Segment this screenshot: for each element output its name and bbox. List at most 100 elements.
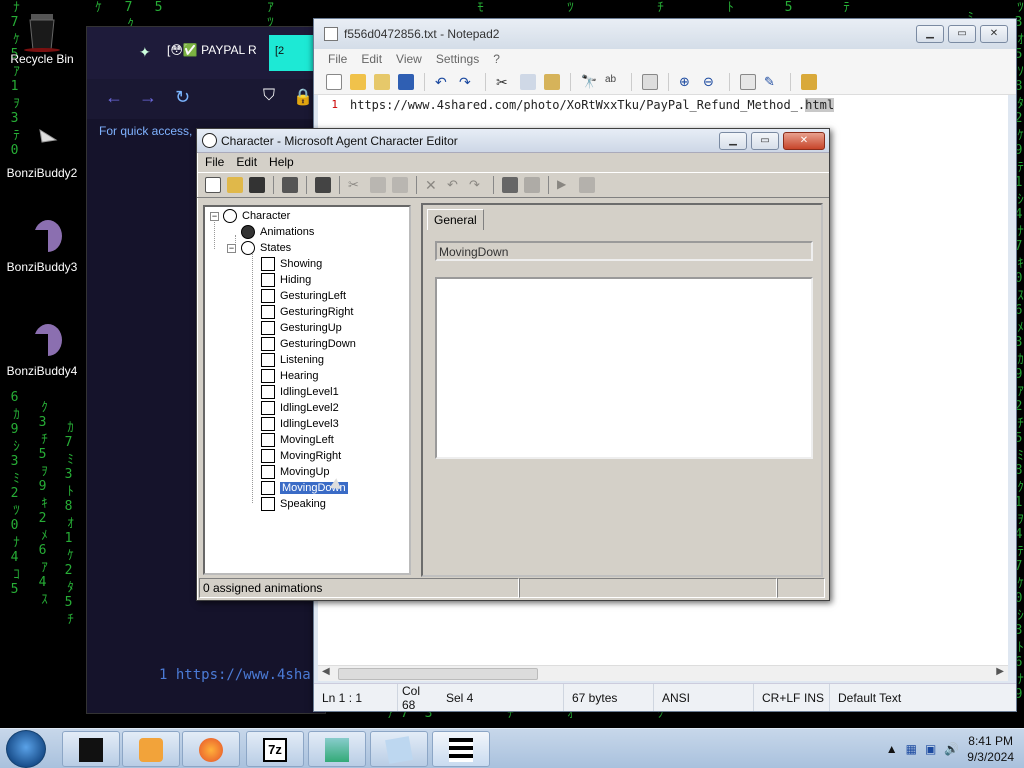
open-icon[interactable] xyxy=(227,177,243,193)
preview-icon[interactable] xyxy=(579,177,595,193)
menu-help[interactable]: ? xyxy=(493,52,500,66)
desktop-icon-bonzibuddy2[interactable]: BonziBuddy2 xyxy=(0,122,84,180)
scroll-left-icon[interactable]: ◀ xyxy=(322,666,330,677)
minimize-button[interactable]: ▁ xyxy=(916,25,944,43)
tree-item-state[interactable]: Hearing xyxy=(261,368,319,384)
tree-item-state[interactable]: Speaking xyxy=(261,496,326,512)
menu-settings[interactable]: Settings xyxy=(436,52,479,66)
status-eol[interactable]: CR+LF xyxy=(754,684,802,711)
tree-item-state[interactable]: Listening xyxy=(261,352,324,368)
zoom-in-icon[interactable]: ⊕ xyxy=(679,74,695,90)
copy-icon[interactable] xyxy=(520,73,536,90)
desktop-icon-recycle-bin[interactable]: Recycle Bin xyxy=(0,8,84,66)
taskbar-firefox[interactable] xyxy=(182,731,240,767)
scroll-right-icon[interactable]: ▶ xyxy=(996,666,1004,677)
save-icon[interactable] xyxy=(398,73,414,90)
zoom-out-icon[interactable]: ⊖ xyxy=(703,74,719,90)
undo-icon[interactable]: ↶ xyxy=(447,177,463,193)
maximize-button[interactable]: ▭ xyxy=(948,25,976,43)
menu-edit[interactable]: Edit xyxy=(236,155,257,170)
paste-icon[interactable] xyxy=(544,73,560,90)
desktop-icon-bonzibuddy3[interactable]: BonziBuddy3 xyxy=(0,216,84,274)
save-icon[interactable] xyxy=(249,177,265,193)
cut-icon[interactable]: ✂ xyxy=(348,177,364,193)
horizontal-scrollbar[interactable]: ◀ ▶ xyxy=(318,665,1008,681)
volume-icon[interactable]: 🔊 xyxy=(944,742,959,756)
customize-icon[interactable]: ✎ xyxy=(764,74,780,90)
assigned-animations-list[interactable] xyxy=(435,277,813,459)
find-icon[interactable]: 🔭 xyxy=(581,74,597,90)
open-folder-icon[interactable] xyxy=(350,73,366,90)
display-icon[interactable]: ▣ xyxy=(925,742,936,756)
notepad-titlebar[interactable]: f556d0472856.txt - Notepad2 ▁ ▭ ✕ xyxy=(314,19,1016,49)
forward-arrow-icon[interactable]: → xyxy=(139,87,157,108)
lock-icon[interactable]: 🔒 xyxy=(293,87,313,107)
browse-icon[interactable] xyxy=(374,73,390,90)
tree-item-state[interactable]: GesturingRight xyxy=(261,304,353,320)
taskbar-notes[interactable] xyxy=(370,731,428,767)
menu-file[interactable]: File xyxy=(328,52,347,66)
redo-icon[interactable]: ↷ xyxy=(459,74,475,90)
new-animation-icon[interactable] xyxy=(524,177,540,193)
new-icon[interactable] xyxy=(205,177,221,193)
build-icon[interactable] xyxy=(282,177,298,193)
copy-icon[interactable] xyxy=(370,177,386,193)
tree-item-state[interactable]: Hiding xyxy=(261,272,311,288)
start-button[interactable] xyxy=(6,730,46,768)
tree-item-state[interactable]: MovingUp xyxy=(261,464,330,480)
browser-tab[interactable]: [😳✅ PAYPAL R xyxy=(167,43,257,57)
tree-item-state[interactable]: GesturingDown xyxy=(261,336,356,352)
tab-general[interactable]: General xyxy=(427,209,484,230)
tree-item-state[interactable]: MovingLeft xyxy=(261,432,334,448)
exit-icon[interactable] xyxy=(801,73,817,90)
scroll-thumb[interactable] xyxy=(338,668,538,680)
tree-collapse-toggle[interactable]: − xyxy=(210,212,219,221)
taskbar-media-player[interactable] xyxy=(122,731,180,767)
shield-icon[interactable]: ⛉ xyxy=(263,87,275,105)
state-name-field[interactable]: MovingDown xyxy=(435,241,813,261)
scheme-icon[interactable] xyxy=(740,73,756,90)
menu-view[interactable]: View xyxy=(396,52,422,66)
taskbar-film[interactable] xyxy=(432,731,490,767)
close-button[interactable]: ✕ xyxy=(980,25,1008,43)
taskbar-7zip[interactable]: 7z xyxy=(246,731,304,767)
tree-item-state[interactable]: GesturingUp xyxy=(261,320,342,336)
paste-icon[interactable] xyxy=(392,177,408,193)
delete-icon[interactable]: ✕ xyxy=(425,177,441,193)
word-wrap-icon[interactable] xyxy=(642,73,658,90)
tree-item-state[interactable]: Showing xyxy=(261,256,322,272)
new-file-icon[interactable] xyxy=(326,73,342,90)
status-encoding[interactable]: ANSI xyxy=(654,684,754,711)
back-arrow-icon[interactable]: ← xyxy=(105,87,123,108)
taskbar-image-viewer[interactable] xyxy=(308,731,366,767)
undo-icon[interactable]: ↶ xyxy=(435,74,451,90)
menu-edit[interactable]: Edit xyxy=(361,52,382,66)
maximize-button[interactable]: ▭ xyxy=(751,132,779,150)
editor-line[interactable]: https://www.4shared.com/photo/XoRtWxxTku… xyxy=(350,95,835,112)
cut-icon[interactable]: ✂ xyxy=(496,74,512,90)
tree-item-animations[interactable]: Animations xyxy=(241,224,314,240)
replace-icon[interactable]: ab xyxy=(605,74,621,90)
network-share-icon[interactable]: ▦ xyxy=(906,742,917,756)
tree-item-state[interactable]: MovingRight xyxy=(261,448,341,464)
reload-icon[interactable]: ↻ xyxy=(175,87,190,108)
minimize-button[interactable]: ▁ xyxy=(719,132,747,150)
menu-help[interactable]: Help xyxy=(269,155,294,170)
print-icon[interactable] xyxy=(315,177,331,193)
desktop-icon-bonzibuddy4[interactable]: BonziBuddy4 xyxy=(0,320,84,378)
tree-item-state[interactable]: IdlingLevel1 xyxy=(261,384,339,400)
tree-item-state[interactable]: IdlingLevel2 xyxy=(261,400,339,416)
tree-collapse-toggle[interactable]: − xyxy=(227,244,236,253)
character-tree[interactable]: − Character Animations − States Showing H… xyxy=(203,205,411,575)
redo-icon[interactable]: ↷ xyxy=(469,177,485,193)
character-editor-window[interactable]: Character - Microsoft Agent Character Ed… xyxy=(196,128,830,601)
status-scheme[interactable]: Default Text xyxy=(830,684,909,711)
menu-file[interactable]: File xyxy=(205,155,224,170)
tree-item-state[interactable]: GesturingLeft xyxy=(261,288,346,304)
tree-item-character[interactable]: Character xyxy=(223,208,290,224)
tree-item-state[interactable]: IdlingLevel3 xyxy=(261,416,339,432)
character-editor-titlebar[interactable]: Character - Microsoft Agent Character Ed… xyxy=(197,129,829,153)
clock[interactable]: 8:41 PM 9/3/2024 xyxy=(967,733,1014,765)
tree-item-states[interactable]: States xyxy=(241,240,291,256)
taskbar-app-1[interactable] xyxy=(62,731,120,767)
